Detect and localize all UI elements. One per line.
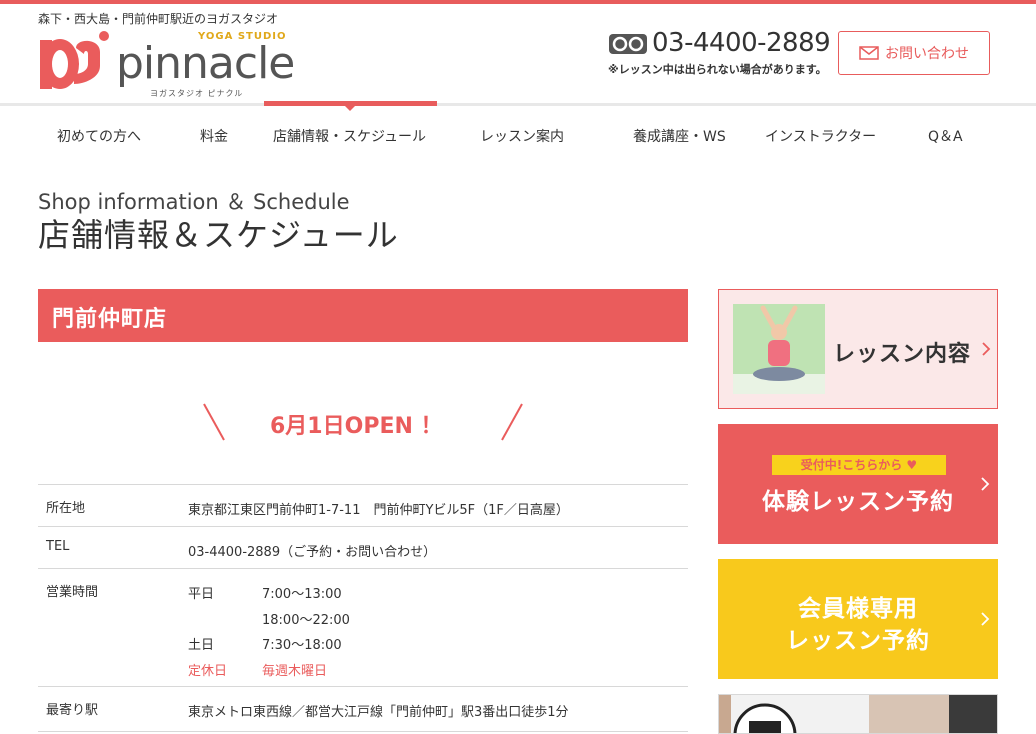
top-accent-rule: [0, 0, 1036, 4]
info-label-hours: 営業時間: [46, 585, 99, 600]
member-booking-line1: 会員様専用: [798, 596, 918, 622]
phone-note: ※レッスン中は出られない場合があります。: [608, 63, 827, 76]
hours-time: 18:00〜22:00: [262, 612, 350, 628]
nav-item-instructors[interactable]: インストラクター: [765, 126, 876, 146]
info-value-station: 東京メトロ東西線／都営大江戸線「門前仲町」駅3番出口徒歩1分: [188, 705, 569, 720]
info-row-tel: TEL 03-4400-2889（ご予約・お問い合わせ）: [38, 526, 688, 568]
ryt-seal-icon: [719, 695, 997, 733]
hours-row: 平日 7:00〜13:00: [188, 583, 588, 609]
chevron-right-icon: [982, 342, 991, 356]
hours-row-closed: 定休日 毎週木曜日: [188, 660, 588, 686]
site-logo[interactable]: YOGA STUDIO pinnacle ヨガスタジオ ピナクル: [38, 28, 298, 98]
mail-icon: [859, 46, 879, 60]
member-booking-banner[interactable]: 会員様専用 レッスン予約: [718, 559, 998, 679]
logo-kana-text: ヨガスタジオ ピナクル: [150, 89, 244, 98]
info-label-station: 最寄り駅: [46, 703, 99, 718]
info-value-address: 東京都江東区門前仲町1-7-11 門前仲町Yビル5F（1F／日高屋）: [188, 503, 569, 518]
slash-right-icon: [501, 403, 523, 441]
contact-button-label: お問い合わせ: [885, 46, 969, 62]
pinnacle-logo-icon: [40, 31, 109, 89]
yoga-pose-photo: [733, 304, 825, 394]
contact-button[interactable]: お問い合わせ: [838, 31, 990, 75]
yoga-figure-icon: [733, 304, 825, 394]
site-tagline: 森下・西大島・門前仲町駅近のヨガスタジオ: [38, 12, 279, 26]
main-nav: 初めての方へ 料金 店舗情報・スケジュール レッスン案内 養成講座・WS インス…: [0, 106, 1036, 164]
lesson-content-banner[interactable]: レッスン内容: [718, 289, 998, 409]
shop-name: 門前仲町店: [52, 307, 168, 332]
trial-lesson-label: 体験レッスン予約: [762, 489, 954, 515]
hours-time: 7:30〜18:00: [262, 638, 342, 653]
nav-item-price[interactable]: 料金: [200, 126, 228, 146]
chevron-right-icon: [981, 477, 990, 491]
info-label-tel: TEL: [46, 539, 70, 554]
nav-item-training-ws[interactable]: 養成講座・WS: [633, 126, 726, 146]
info-row-station: 最寄り駅 東京メトロ東西線／都営大江戸線「門前仲町」駅3番出口徒歩1分: [38, 686, 688, 732]
nav-item-faq[interactable]: Q＆A: [928, 126, 963, 146]
info-value-tel[interactable]: 03-4400-2889（ご予約・お問い合わせ）: [188, 541, 436, 560]
trial-lesson-banner[interactable]: 受付中!こちらから ♥ 体験レッスン予約: [718, 424, 998, 544]
info-label-address: 所在地: [46, 501, 86, 516]
free-dial-icon: [609, 34, 647, 54]
nav-item-beginners[interactable]: 初めての方へ: [57, 126, 141, 146]
slash-left-icon: [203, 403, 225, 441]
hours-list: 平日 7:00〜13:00 18:00〜22:00 土日 7:30〜18:00 …: [188, 583, 588, 685]
info-row-hours: 営業時間 平日 7:00〜13:00 18:00〜22:00 土日 7:30〜1…: [38, 568, 688, 686]
page-title: 店舗情報＆スケジュール: [38, 216, 399, 254]
hours-row: 18:00〜22:00: [188, 609, 588, 635]
member-booking-line2: レッスン予約: [786, 628, 930, 654]
hours-time: 7:00〜13:00: [262, 587, 342, 602]
logo-wordmark: pinnacle: [116, 38, 295, 89]
info-row-address: 所在地 東京都江東区門前仲町1-7-11 門前仲町Yビル5F（1F／日高屋）: [38, 484, 688, 526]
closed-day-value: 毎週木曜日: [262, 663, 328, 679]
phone-number: 03-4400-2889: [652, 28, 831, 58]
hours-day: 平日: [188, 587, 215, 602]
trial-badge: 受付中!こちらから ♥: [772, 455, 946, 475]
shop-heading: 門前仲町店: [38, 289, 688, 342]
open-announcement-text: 6月1日OPEN ！: [270, 414, 443, 439]
hours-day: 土日: [188, 638, 215, 653]
shop-info-table: 所在地 東京都江東区門前仲町1-7-11 門前仲町Yビル5F（1F／日高屋） T…: [38, 484, 688, 732]
closed-day-label: 定休日: [188, 663, 228, 679]
nav-item-shop-schedule[interactable]: 店舗情報・スケジュール: [273, 126, 426, 146]
lesson-content-label: レッスン内容: [833, 342, 972, 367]
chevron-right-icon: [981, 612, 990, 626]
open-announcement: 6月1日OPEN ！: [200, 400, 530, 444]
nav-item-lessons[interactable]: レッスン案内: [480, 126, 564, 146]
ryt-banner[interactable]: [718, 694, 998, 734]
hours-row: 土日 7:30〜18:00: [188, 634, 588, 660]
